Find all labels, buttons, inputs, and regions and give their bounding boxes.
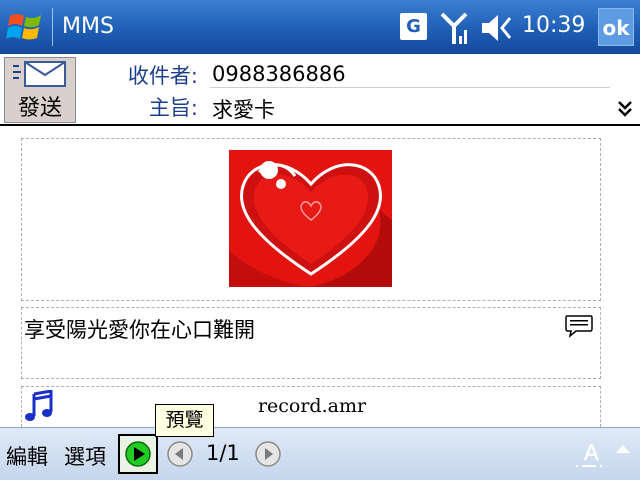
speech-bubble-icon	[565, 315, 593, 338]
clock[interactable]: 10:39	[522, 13, 585, 39]
title-bar: MMS G 10:39 ok	[0, 0, 640, 54]
windows-start-icon[interactable]	[6, 8, 46, 46]
app-title: MMS	[62, 14, 114, 39]
preview-tooltip: 預覽	[155, 404, 214, 437]
audio-filename[interactable]: record.amr	[22, 395, 602, 417]
subject-field[interactable]: 求愛卡	[212, 94, 275, 124]
slide-counter: 1/1	[206, 441, 240, 465]
options-menu[interactable]: 選項	[64, 441, 106, 471]
double-chevron-down-icon[interactable]	[616, 100, 634, 118]
volume-icon[interactable]	[480, 13, 516, 43]
svg-text:A: A	[584, 440, 599, 465]
message-text-frame[interactable]: 享受陽光愛你在心口難開	[21, 307, 601, 379]
title-separator	[52, 8, 53, 46]
message-text[interactable]: 享受陽光愛你在心口難開	[24, 314, 255, 344]
recipient-divider	[210, 87, 610, 88]
preview-play-button[interactable]	[118, 434, 158, 474]
recipient-label: 收件者:	[127, 64, 198, 88]
ok-button[interactable]: ok	[598, 8, 634, 46]
slide-area: 享受陽光愛你在心口難開 record.amr	[0, 127, 640, 427]
previous-slide-icon[interactable]	[166, 440, 194, 468]
bottom-toolbar: 編輯 選項 1/1 A	[0, 427, 640, 480]
triangle-up-icon[interactable]	[614, 442, 632, 456]
gprs-icon[interactable]: G	[400, 13, 427, 40]
send-label: 發送	[17, 96, 62, 121]
font-a-icon: A	[576, 440, 602, 467]
input-method-button[interactable]: A	[572, 436, 606, 472]
message-header: 發送 收件者: 0988386886 主旨: 求愛卡	[0, 54, 640, 126]
send-button[interactable]: 發送	[4, 57, 76, 123]
audio-frame[interactable]: record.amr	[21, 386, 601, 427]
envelope-icon	[13, 61, 66, 87]
next-slide-icon[interactable]	[254, 440, 282, 468]
image-frame[interactable]	[21, 138, 601, 301]
heart-image[interactable]	[229, 150, 392, 287]
recipient-field[interactable]: 0988386886	[212, 62, 346, 86]
signal-strength-icon[interactable]	[440, 10, 470, 46]
edit-menu[interactable]: 編輯	[6, 441, 48, 471]
play-icon	[125, 441, 151, 467]
subject-label: 主旨:	[148, 96, 198, 120]
